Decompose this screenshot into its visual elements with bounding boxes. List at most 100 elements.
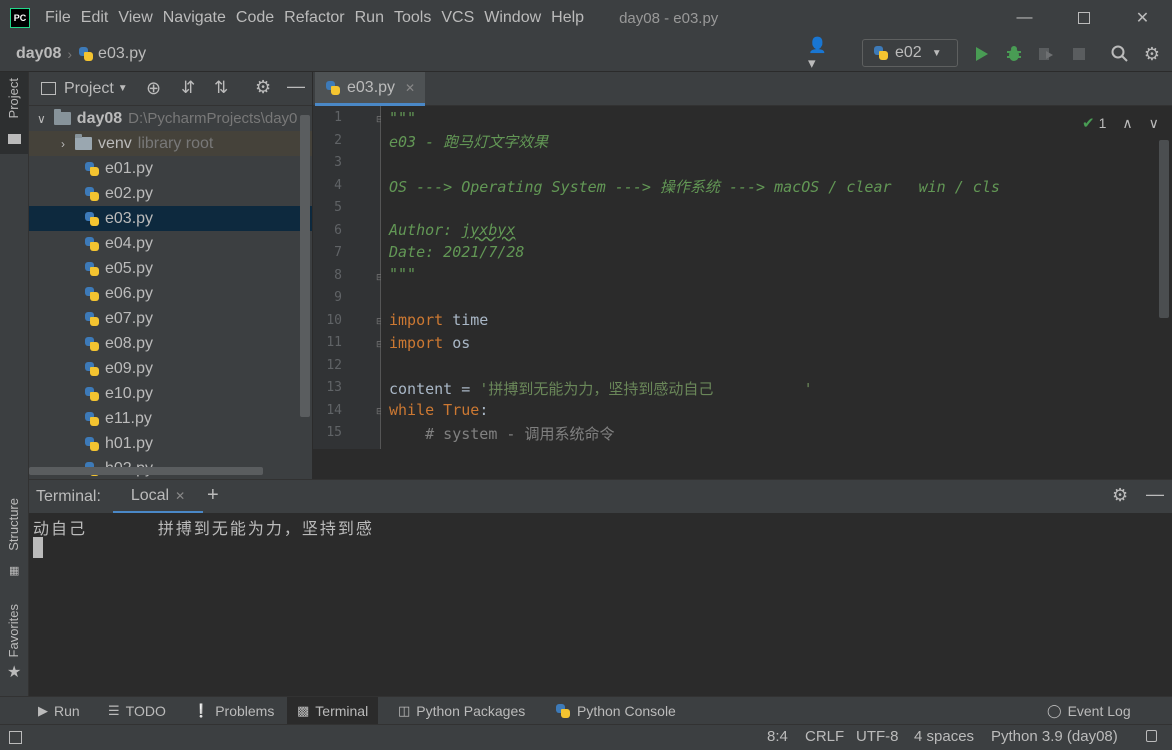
run-button[interactable] — [972, 44, 992, 64]
assignment: content = — [389, 380, 480, 398]
menu-navigate[interactable]: Navigate — [163, 9, 226, 27]
tree-item-file[interactable]: e11.py — [29, 406, 312, 431]
menu-tools[interactable]: Tools — [394, 9, 431, 27]
maximize-button[interactable] — [1054, 0, 1113, 36]
breadcrumb-project[interactable]: day08 — [16, 45, 61, 63]
root-folder-path: D:\PycharmProjects\day0 — [128, 110, 298, 127]
cursor-position[interactable]: 8:4 — [767, 728, 788, 745]
tree-item-file[interactable]: e05.py — [29, 256, 312, 281]
tree-item-file[interactable]: e01.py — [29, 156, 312, 181]
code-line-4: OS ---> Operating System ---> 操作系统 ---> … — [389, 178, 1000, 196]
tool-tab-terminal[interactable]: ▩ Terminal — [287, 697, 379, 725]
line-number-gutter: 1 2 3 4 5 6 7 8 9 10 11 12 13 14 15 ⊟ ⊟ ⊟ ⊟ ⊟ — [313, 106, 384, 449]
add-terminal-icon[interactable]: + — [207, 484, 219, 507]
user-account-button[interactable]: 👤▾ — [808, 37, 828, 72]
gear-icon[interactable]: ⚙ — [255, 77, 271, 98]
tree-item-file[interactable]: e08.py — [29, 331, 312, 356]
menu-window[interactable]: Window — [484, 9, 541, 27]
tree-item-file[interactable]: e10.py — [29, 381, 312, 406]
file-name: e07.py — [105, 309, 154, 327]
minimize-button[interactable]: — — [995, 0, 1054, 36]
python-file-icon — [84, 336, 100, 352]
line-number: 2 — [334, 132, 342, 148]
tree-item-file[interactable]: e07.py — [29, 306, 312, 331]
chevron-down-icon[interactable]: ∨ — [1149, 115, 1159, 132]
folder-icon — [8, 134, 21, 144]
close-tab-icon[interactable]: ✕ — [175, 489, 185, 503]
debug-button[interactable] — [1004, 44, 1024, 64]
tree-item-file[interactable]: h01.py — [29, 431, 312, 456]
minimize-icon: — — [1016, 9, 1033, 26]
hide-panel-icon[interactable]: — — [287, 76, 305, 97]
chevron-down-icon[interactable]: ▼ — [118, 83, 128, 94]
tree-item-file[interactable]: e04.py — [29, 231, 312, 256]
line-number: 6 — [334, 222, 342, 238]
gear-icon[interactable]: ⚙ — [1112, 485, 1128, 506]
run-config-select[interactable]: e02 ▼ — [862, 39, 958, 67]
tree-root-day08[interactable]: ∨ day08 D:\PycharmProjects\day0 — [29, 106, 312, 131]
tree-item-file[interactable]: e03.py — [29, 206, 312, 231]
close-window-button[interactable]: ✕ — [1113, 0, 1172, 36]
menu-vcs[interactable]: VCS — [441, 9, 474, 27]
menu-edit[interactable]: Edit — [81, 9, 109, 27]
project-tool-tab[interactable]: Project — [0, 72, 28, 154]
menu-help[interactable]: Help — [551, 9, 584, 27]
line-number: 5 — [334, 200, 342, 215]
stop-button[interactable] — [1069, 44, 1089, 64]
structure-tab-label: Structure — [6, 498, 21, 551]
close-tab-icon[interactable]: ✕ — [405, 81, 415, 95]
string-literal: '拼搏到无能为力，坚持到感动自己 ' — [479, 380, 813, 398]
locate-icon[interactable]: ⊕ — [146, 78, 161, 99]
project-panel-title[interactable]: Project — [64, 80, 114, 98]
python-file-icon — [325, 80, 341, 96]
code-editor[interactable]: """ e03 - 跑马灯文字效果 OS ---> Operating Syst… — [381, 106, 1172, 449]
terminal-tab-local[interactable]: Local ✕ — [113, 480, 203, 514]
favorites-tool-tab[interactable]: Favorites ★ — [0, 602, 28, 684]
lock-icon[interactable] — [1146, 730, 1157, 742]
terminal-cursor — [33, 537, 43, 558]
python-icon — [873, 45, 889, 61]
file-name: e02.py — [105, 184, 154, 202]
menu-view[interactable]: View — [118, 9, 152, 27]
terminal-output[interactable]: 动自己 拼搏到无能为力，坚持到感 — [29, 513, 1172, 696]
python-interpreter[interactable]: Python 3.9 (day08) — [991, 728, 1118, 745]
expand-all-icon[interactable]: ⇵ — [181, 78, 195, 98]
tool-tab-todo[interactable]: ☰ TODO — [108, 697, 166, 725]
settings-button[interactable]: ⚙ — [1142, 44, 1162, 64]
toggle-tool-windows-icon[interactable] — [9, 731, 22, 744]
tool-tab-python-console[interactable]: Python Console — [555, 697, 676, 725]
search-icon — [1111, 45, 1128, 62]
tool-tab-event-log[interactable]: ◯ Event Log — [1047, 697, 1131, 725]
coverage-button[interactable] — [1036, 44, 1056, 64]
tree-item-file[interactable]: e02.py — [29, 181, 312, 206]
project-panel-header: Project ▼ ⊕ ⇵ ⇅ ⚙ — — [29, 72, 312, 106]
inspection-widget[interactable]: ✔ 1 ∧ ∨ — [1082, 114, 1159, 133]
file-name: e04.py — [105, 234, 154, 252]
editor-scrollbar[interactable] — [1159, 140, 1169, 318]
menu-code[interactable]: Code — [236, 9, 274, 27]
tree-item-venv[interactable]: › venv library root — [29, 131, 312, 156]
tab-e03[interactable]: e03.py ✕ — [315, 72, 426, 106]
menu-refactor[interactable]: Refactor — [284, 9, 344, 27]
breadcrumb-file[interactable]: e03.py — [98, 45, 146, 63]
structure-tool-tab[interactable]: Structure ▦ — [0, 496, 28, 578]
tool-tab-problems[interactable]: ❕ Problems — [193, 697, 274, 725]
code-line-6: Author: jyxbyx — [389, 221, 515, 239]
run-icon: ▶ — [38, 703, 48, 718]
menu-file[interactable]: File — [45, 9, 71, 27]
search-button[interactable] — [1110, 44, 1130, 64]
tool-tab-run[interactable]: ▶ Run — [38, 697, 80, 725]
hide-panel-icon[interactable]: — — [1146, 484, 1164, 505]
window-title: day08 - e03.py — [619, 9, 719, 27]
line-separator[interactable]: CRLF — [805, 728, 844, 745]
menu-run[interactable]: Run — [355, 9, 384, 27]
tree-item-file[interactable]: e09.py — [29, 356, 312, 381]
chevron-up-icon[interactable]: ∧ — [1122, 115, 1132, 132]
tool-tab-python-packages[interactable]: ◫ Python Packages — [398, 697, 525, 725]
collapse-all-icon[interactable]: ⇅ — [214, 78, 228, 98]
indent-setting[interactable]: 4 spaces — [914, 728, 974, 745]
file-encoding[interactable]: UTF-8 — [856, 728, 899, 745]
project-vertical-scrollbar[interactable] — [300, 115, 310, 417]
tree-item-file[interactable]: e06.py — [29, 281, 312, 306]
project-horizontal-scrollbar[interactable] — [29, 467, 263, 475]
